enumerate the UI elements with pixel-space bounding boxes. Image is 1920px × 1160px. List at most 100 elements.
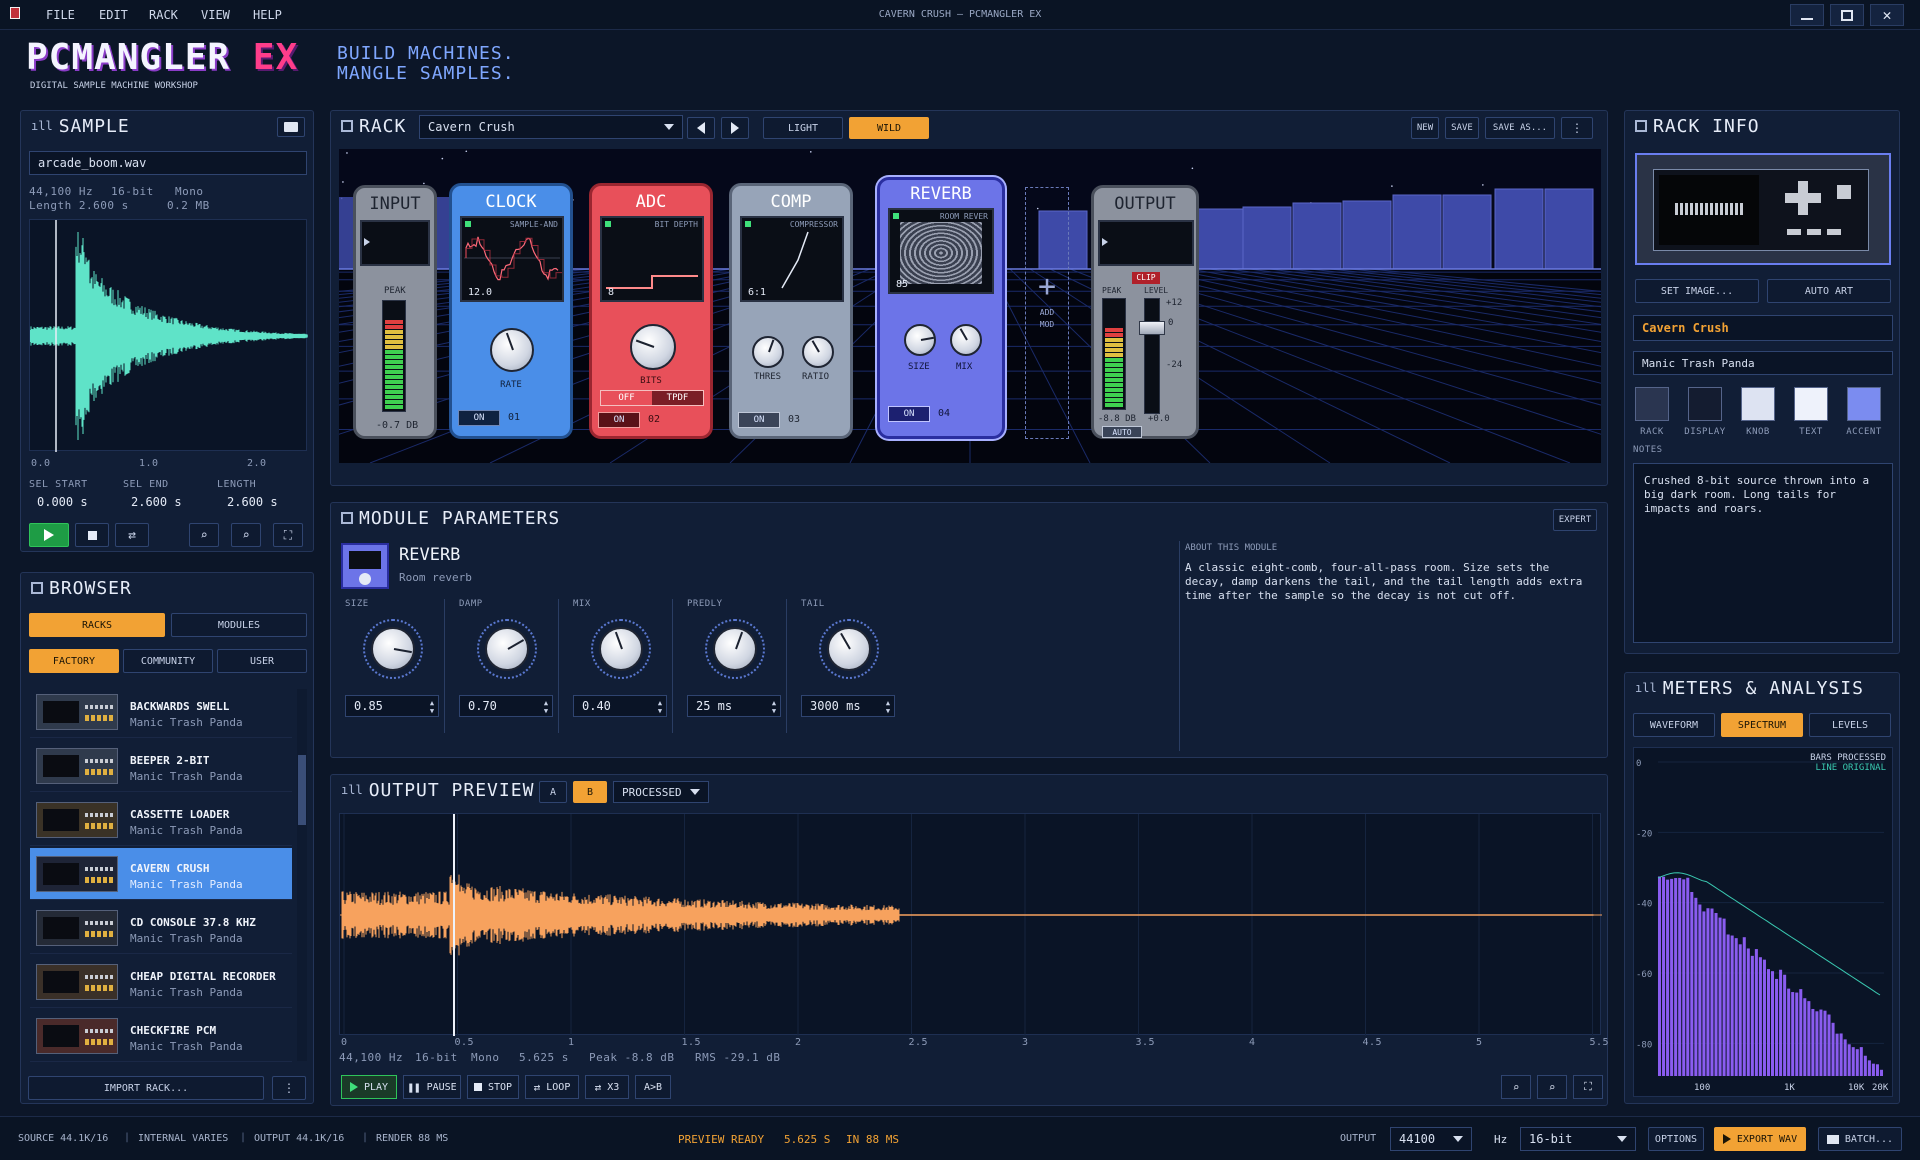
browser-more-button[interactable]: ⋮ <box>272 1076 306 1100</box>
output-level-fader[interactable] <box>1139 298 1165 414</box>
swatch-text[interactable] <box>1794 387 1828 421</box>
preview-x3-button[interactable]: ⇄ X3 <box>585 1075 629 1099</box>
close-button[interactable]: ✕ <box>1870 4 1904 26</box>
sample-stop-button[interactable] <box>75 523 109 547</box>
pedal-reverb[interactable]: REVERB ROOM REVER 85 SIZE MIX ON 04 <box>877 177 1005 439</box>
reverb-size-knob[interactable] <box>904 324 936 356</box>
comp-thres-knob[interactable] <box>752 336 784 368</box>
adc-off-option[interactable]: OFF <box>601 391 652 405</box>
clock-on-button[interactable]: ON <box>458 410 500 426</box>
stepper-icon[interactable]: ▲ ▼ <box>542 699 550 715</box>
rack-list-item[interactable]: CAVERN CRUSH Manic Trash Panda <box>30 848 292 900</box>
clock-rate-knob[interactable] <box>490 328 534 372</box>
expert-button[interactable]: EXPERT <box>1553 509 1597 531</box>
preview-fit-button[interactable]: ⛶ <box>1573 1075 1603 1099</box>
set-image-button[interactable]: SET IMAGE... <box>1635 279 1759 303</box>
rack-more-button[interactable]: ⋮ <box>1561 117 1593 139</box>
rack-name-field[interactable]: Cavern Crush <box>1633 315 1893 341</box>
preview-mode-select[interactable]: PROCESSED <box>613 781 709 803</box>
tab-waveform[interactable]: WAVEFORM <box>1633 713 1715 737</box>
output-bits-select[interactable]: 16-bit <box>1520 1127 1636 1151</box>
preview-stop-button[interactable]: STOP <box>467 1075 519 1099</box>
sample-waveform[interactable] <box>29 219 308 452</box>
sel-end-value[interactable]: 2.600 s <box>131 495 182 509</box>
export-wav-button[interactable]: EXPORT WAV <box>1714 1127 1806 1151</box>
preview-play-button[interactable]: PLAY <box>341 1075 397 1099</box>
preview-b-button[interactable]: B <box>573 781 607 803</box>
pedal-adc[interactable]: ADC BIT DEPTH 8 BITS OFF TPDF ON 02 <box>589 183 713 439</box>
filter-user[interactable]: USER <box>217 649 307 673</box>
rack-new-button[interactable]: NEW <box>1411 117 1439 139</box>
maximize-button[interactable] <box>1830 4 1864 26</box>
stepper-icon[interactable]: ▲ ▼ <box>656 699 664 715</box>
param-value-input[interactable]: 3000 ms ▲ ▼ <box>801 695 895 717</box>
sample-fit-button[interactable]: ⛶ <box>273 523 303 547</box>
pedal-clock[interactable]: CLOCK SAMPLE-AND 12.0 RATE ON 01 <box>449 183 573 439</box>
stepper-icon[interactable]: ▲ ▼ <box>884 699 892 715</box>
rack-list-item[interactable]: CHEAP DIGITAL RECORDER Manic Trash Panda <box>30 956 292 1008</box>
rack-list-item[interactable]: CD CONSOLE 37.8 KHZ Manic Trash Panda <box>30 902 292 954</box>
batch-button[interactable]: BATCH... <box>1818 1127 1902 1151</box>
auto-art-button[interactable]: AUTO ART <box>1767 279 1891 303</box>
preview-loop-button[interactable]: ⇄ LOOP <box>525 1075 579 1099</box>
options-button[interactable]: OPTIONS <box>1648 1127 1704 1151</box>
rack-save-as-button[interactable]: SAVE AS... <box>1485 117 1555 139</box>
rack-list-item[interactable]: CASSETTE LOADER Manic Trash Panda <box>30 794 292 846</box>
output-rate-select[interactable]: 44100 <box>1390 1127 1472 1151</box>
param-value-input[interactable]: 0.70 ▲ ▼ <box>459 695 553 717</box>
rack-preset-select[interactable]: Cavern Crush <box>419 115 683 139</box>
open-folder-button[interactable] <box>277 117 305 137</box>
adc-dither-switch[interactable]: OFF TPDF <box>600 390 704 406</box>
param-knob[interactable] <box>371 627 415 671</box>
preview-zoom-in-button[interactable]: ⌕ <box>1537 1075 1567 1099</box>
scrollbar-thumb[interactable] <box>298 755 306 825</box>
filter-factory[interactable]: FACTORY <box>29 649 119 673</box>
reverb-on-button[interactable]: ON <box>888 406 930 422</box>
output-auto-button[interactable]: AUTO <box>1102 426 1142 438</box>
param-value-input[interactable]: 0.85 ▲ ▼ <box>345 695 439 717</box>
preview-a-button[interactable]: A <box>539 781 567 803</box>
reverb-mix-knob[interactable] <box>950 324 982 356</box>
filter-community[interactable]: COMMUNITY <box>123 649 213 673</box>
sample-zoom-in-button[interactable]: ⌕ <box>231 523 261 547</box>
preview-ab-button[interactable]: A>B <box>635 1075 671 1099</box>
sample-loop-button[interactable]: ⇄ <box>115 523 149 547</box>
notes-field[interactable]: Crushed 8-bit source thrown into a big d… <box>1633 463 1893 643</box>
mode-light-button[interactable]: LIGHT <box>763 117 843 139</box>
swatch-accent[interactable] <box>1847 387 1881 421</box>
minimize-button[interactable] <box>1790 4 1824 26</box>
rack-art[interactable] <box>1635 153 1891 265</box>
rack-save-button[interactable]: SAVE <box>1445 117 1479 139</box>
pedal-input[interactable]: INPUT PEAK -0.7 DB <box>353 185 437 439</box>
param-knob[interactable] <box>713 627 757 671</box>
rack-author-field[interactable]: Manic Trash Panda <box>1633 351 1893 375</box>
add-module-slot[interactable]: + ADD MOD <box>1025 187 1069 439</box>
sample-file-field[interactable]: arcade_boom.wav <box>29 151 307 175</box>
preview-zoom-out-button[interactable]: ⌕ <box>1501 1075 1531 1099</box>
tab-modules[interactable]: MODULES <box>171 613 307 637</box>
rack-list-item[interactable]: CHECKFIRE PCM Manic Trash Panda <box>30 1010 292 1062</box>
sample-play-button[interactable] <box>29 523 69 547</box>
adc-bits-knob[interactable] <box>630 324 676 370</box>
tab-spectrum[interactable]: SPECTRUM <box>1721 713 1803 737</box>
param-value-input[interactable]: 25 ms ▲ ▼ <box>687 695 781 717</box>
import-rack-button[interactable]: IMPORT RACK... <box>28 1076 264 1100</box>
swatch-rack[interactable] <box>1635 387 1669 421</box>
rack-list-item[interactable]: BACKWARDS SWELL Manic Trash Panda <box>30 686 292 738</box>
tab-levels[interactable]: LEVELS <box>1809 713 1891 737</box>
rack-list-item[interactable]: BEEPER 2-BIT Manic Trash Panda <box>30 740 292 792</box>
sample-zoom-out-button[interactable]: ⌕ <box>189 523 219 547</box>
swatch-display[interactable] <box>1688 387 1722 421</box>
browser-scrollbar[interactable] <box>297 689 307 1061</box>
fader-cap[interactable] <box>1139 321 1165 335</box>
stepper-icon[interactable]: ▲ ▼ <box>770 699 778 715</box>
param-knob[interactable] <box>827 627 871 671</box>
adc-tpdf-option[interactable]: TPDF <box>652 391 703 405</box>
param-value-input[interactable]: 0.40 ▲ ▼ <box>573 695 667 717</box>
param-knob[interactable] <box>599 627 643 671</box>
tab-racks[interactable]: RACKS <box>29 613 165 637</box>
mode-wild-button[interactable]: WILD <box>849 117 929 139</box>
prev-preset-button[interactable] <box>687 117 715 139</box>
sel-start-value[interactable]: 0.000 s <box>37 495 88 509</box>
pedal-comp[interactable]: COMP COMPRESSOR 6:1 THRES RATIO ON 03 <box>729 183 853 439</box>
